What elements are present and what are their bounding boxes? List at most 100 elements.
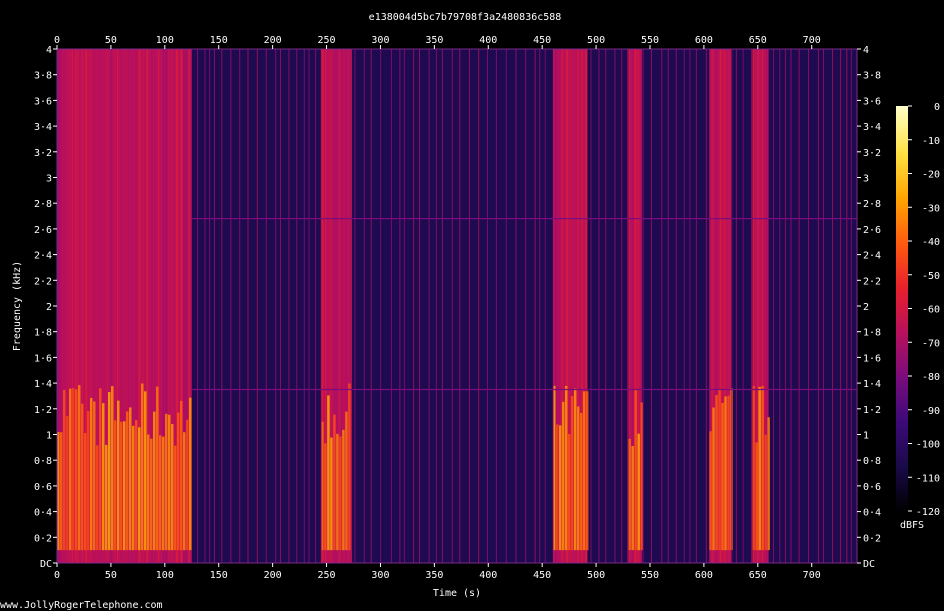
x-tick-label: 50 [105, 35, 117, 46]
low-freq-energy [348, 383, 351, 551]
y-tick-label: 2·6 [34, 225, 52, 236]
sparse-click [621, 49, 623, 563]
y-tick-label: 2·6 [863, 225, 881, 236]
sparse-click [196, 49, 198, 563]
low-freq-energy [159, 435, 162, 551]
sparse-click [279, 49, 281, 563]
sparse-click [552, 49, 554, 563]
sparse-click [275, 49, 277, 563]
x-tick-label: 350 [425, 570, 443, 581]
low-freq-energy [138, 427, 141, 551]
low-freq-energy [767, 417, 770, 551]
low-freq-energy [758, 386, 761, 551]
sparse-click [459, 49, 461, 563]
low-freq-energy [558, 425, 562, 551]
low-freq-energy [336, 433, 339, 551]
low-freq-energy [150, 438, 153, 551]
x-tick-label: 450 [533, 35, 551, 46]
low-freq-energy [570, 396, 574, 551]
colorbar-tick-label: -80 [922, 372, 940, 383]
sparse-click [822, 49, 824, 563]
x-tick-label: 550 [641, 570, 659, 581]
y-tick-label: 3 [863, 174, 869, 185]
colorbar-tick-label: -110 [916, 473, 940, 484]
low-freq-energy [183, 432, 186, 551]
low-freq-energy [96, 445, 99, 551]
sparse-click [742, 49, 744, 563]
x-tick-label: 150 [210, 35, 228, 46]
y-tick-label: 0·2 [863, 533, 881, 544]
sparse-click [451, 49, 453, 563]
y-tick-label: 3·4 [34, 122, 52, 133]
sparse-click [486, 49, 488, 563]
sparse-click [650, 49, 652, 563]
colorbar-tick-label: -10 [922, 136, 940, 147]
low-freq-energy [764, 434, 767, 551]
y-tick-label: 1 [46, 431, 52, 442]
low-freq-energy [129, 407, 132, 551]
sparse-click [204, 49, 206, 563]
x-tick-label: 700 [803, 35, 821, 46]
y-axis-right: DC 0·2 0·4 0·6 0·8 1 1·2 1·4 1·6 1·8 2 2·2 2·4 2·6 2·8… [857, 45, 881, 570]
low-freq-energy [345, 411, 348, 551]
x-tick-label: 450 [533, 570, 551, 581]
low-freq-energy [168, 414, 171, 551]
y-tick-label: 0·4 [863, 508, 881, 519]
low-freq-energy [105, 444, 108, 551]
sparse-click [539, 49, 541, 563]
y-tick-label: 0·6 [863, 482, 881, 493]
low-freq-energy [186, 419, 189, 551]
sparse-click [695, 49, 697, 563]
y-tick-label: 2·4 [34, 251, 52, 262]
low-freq-energy [324, 443, 327, 551]
colorbar-tick-label: -120 [916, 507, 940, 518]
low-freq-energy [573, 388, 577, 551]
y-tick-label: 2·2 [34, 276, 52, 287]
low-freq-energy [132, 425, 135, 551]
sparse-click [840, 49, 842, 563]
spectrogram-plot [57, 49, 857, 563]
y-tick-label: 1 [863, 431, 869, 442]
sparse-click [784, 49, 786, 563]
low-freq-energy [752, 386, 755, 551]
y-tick-label: 1·4 [34, 379, 52, 390]
low-freq-energy [123, 421, 126, 551]
low-freq-energy [637, 433, 640, 551]
low-freq-energy [87, 411, 90, 551]
x-tick-label: 400 [479, 570, 497, 581]
x-axis-bottom: 0 50 100 150 200 250 300 350 400 450 500 550 600 650 7… [54, 563, 821, 581]
sparse-click [354, 49, 356, 563]
low-freq-energy [135, 420, 138, 551]
sparse-click [525, 49, 527, 563]
colorbar-tick-label: -20 [922, 170, 940, 181]
y-tick-label: 0·2 [34, 533, 52, 544]
sparse-click [209, 49, 211, 563]
sparse-click [817, 49, 819, 563]
sparse-click [807, 49, 809, 563]
colorbar-tick-label: -40 [922, 237, 940, 248]
sparse-click [399, 49, 401, 563]
sparse-click [590, 49, 592, 563]
low-freq-energy [628, 438, 631, 551]
sparse-click [230, 49, 232, 563]
sparse-click [751, 49, 753, 563]
sparse-click [731, 49, 733, 563]
x-tick-label: 150 [210, 570, 228, 581]
y-tick-label: 4 [46, 45, 52, 56]
sparse-click [363, 49, 365, 563]
sparse-click [832, 49, 834, 563]
low-freq-energy [102, 403, 105, 551]
sparse-click [419, 49, 421, 563]
sparse-click [221, 49, 223, 563]
low-freq-energy [78, 385, 81, 551]
y-tick-label: 3 [46, 174, 52, 185]
y-tick-label: 0·6 [34, 482, 52, 493]
low-freq-energy [718, 389, 721, 551]
sparse-click [441, 49, 443, 563]
colorbar-label: dBFS [900, 520, 924, 531]
colorbar-tick-label: -70 [922, 338, 940, 349]
sparse-click [798, 49, 800, 563]
x-tick-label: 300 [371, 570, 389, 581]
y-tick-label: 0·4 [34, 508, 52, 519]
low-freq-energy [582, 391, 586, 551]
